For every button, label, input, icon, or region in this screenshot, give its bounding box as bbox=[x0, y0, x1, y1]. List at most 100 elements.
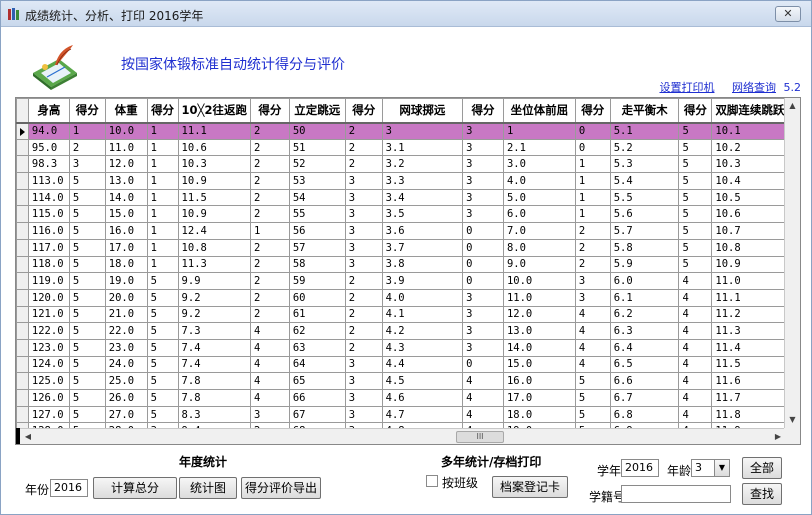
scroll-left-icon[interactable]: ◀ bbox=[20, 429, 36, 444]
column-header[interactable]: 得分 bbox=[678, 98, 713, 124]
table-cell[interactable]: 0 bbox=[462, 255, 504, 274]
row-indicator[interactable] bbox=[16, 272, 29, 290]
table-row[interactable]: 94.0110.0111.1250233105.1510.13 bbox=[16, 122, 800, 140]
table-cell[interactable]: 4 bbox=[678, 272, 713, 290]
table-cell[interactable]: 2 bbox=[344, 338, 383, 357]
table-cell[interactable]: 13.0 bbox=[502, 322, 576, 340]
table-cell[interactable]: 6.4 bbox=[609, 338, 680, 357]
table-cell[interactable]: 5 bbox=[146, 405, 179, 424]
column-header[interactable]: 网球掷远 bbox=[381, 98, 464, 124]
table-cell[interactable]: 55 bbox=[288, 205, 346, 224]
table-cell[interactable]: 11.4 bbox=[711, 338, 786, 357]
row-indicator[interactable] bbox=[16, 389, 29, 407]
table-cell[interactable]: 10.9 bbox=[177, 172, 251, 190]
printer-settings-link[interactable]: 设置打印机 bbox=[660, 81, 715, 94]
table-cell[interactable]: 21.0 bbox=[104, 305, 148, 324]
table-cell[interactable]: 0 bbox=[462, 355, 504, 374]
table-cell[interactable]: 98.3 bbox=[27, 155, 70, 174]
table-cell[interactable]: 26.0 bbox=[104, 389, 148, 407]
table-cell[interactable]: 18.0 bbox=[104, 255, 148, 274]
table-cell[interactable]: 3 bbox=[462, 172, 504, 190]
table-cell[interactable]: 10.6 bbox=[711, 205, 786, 224]
table-cell[interactable]: 4 bbox=[678, 322, 713, 340]
table-cell[interactable]: 15.0 bbox=[502, 355, 576, 374]
export-score-evaluation-button[interactable]: 得分评价导出 bbox=[241, 477, 321, 499]
table-cell[interactable]: 2 bbox=[344, 122, 383, 140]
table-cell[interactable]: 4 bbox=[249, 338, 290, 357]
table-cell[interactable]: 3 bbox=[344, 355, 383, 374]
table-cell[interactable]: 4 bbox=[678, 372, 713, 390]
table-cell[interactable]: 3 bbox=[462, 305, 504, 324]
table-cell[interactable]: 2 bbox=[249, 155, 290, 174]
table-cell[interactable]: 4 bbox=[678, 305, 713, 324]
table-cell[interactable]: 125.0 bbox=[27, 372, 70, 390]
table-cell[interactable]: 2 bbox=[344, 138, 383, 157]
table-row[interactable]: 115.0515.0110.925533.536.015.6510.63 bbox=[16, 205, 800, 224]
table-cell[interactable]: 121.0 bbox=[27, 305, 70, 324]
table-cell[interactable]: 2 bbox=[249, 272, 290, 290]
table-cell[interactable]: 0 bbox=[462, 222, 504, 240]
table-cell[interactable]: 3 bbox=[574, 288, 611, 307]
table-cell[interactable]: 126.0 bbox=[27, 389, 70, 407]
student-id-input[interactable] bbox=[621, 485, 731, 503]
table-cell[interactable]: 10.8 bbox=[711, 238, 786, 257]
table-cell[interactable]: 3 bbox=[462, 205, 504, 224]
table-cell[interactable]: 10.0 bbox=[104, 122, 148, 140]
school-year-input[interactable]: 2016 bbox=[621, 459, 659, 477]
table-cell[interactable]: 120.0 bbox=[27, 288, 70, 307]
table-cell[interactable]: 3 bbox=[344, 372, 383, 390]
table-cell[interactable]: 16.0 bbox=[502, 372, 576, 390]
table-cell[interactable]: 2 bbox=[249, 122, 290, 140]
table-cell[interactable]: 6.5 bbox=[609, 355, 680, 374]
table-cell[interactable]: 11.5 bbox=[177, 188, 251, 207]
table-cell[interactable]: 1 bbox=[249, 222, 290, 240]
table-cell[interactable]: 5 bbox=[678, 255, 713, 274]
table-cell[interactable]: 3.3 bbox=[381, 172, 464, 190]
table-cell[interactable]: 11.8 bbox=[711, 405, 786, 424]
table-cell[interactable]: 5 bbox=[146, 305, 179, 324]
table-cell[interactable]: 2 bbox=[68, 138, 106, 157]
table-cell[interactable]: 11.7 bbox=[711, 389, 786, 407]
table-cell[interactable]: 4 bbox=[574, 338, 611, 357]
column-header[interactable]: 坐位体前屈 bbox=[502, 98, 576, 124]
table-row[interactable]: 117.0517.0110.825733.708.025.8510.83 bbox=[16, 238, 800, 257]
table-cell[interactable]: 7.8 bbox=[177, 372, 251, 390]
table-cell[interactable]: 123.0 bbox=[27, 338, 70, 357]
table-cell[interactable]: 3 bbox=[381, 122, 464, 140]
table-cell[interactable]: 5 bbox=[68, 188, 106, 207]
table-cell[interactable]: 0 bbox=[462, 238, 504, 257]
table-cell[interactable]: 13.0 bbox=[104, 172, 148, 190]
table-cell[interactable]: 5 bbox=[68, 222, 106, 240]
table-cell[interactable]: 4 bbox=[249, 322, 290, 340]
scroll-up-icon[interactable]: ▲ bbox=[785, 98, 800, 114]
table-cell[interactable]: 5 bbox=[574, 405, 611, 424]
table-cell[interactable]: 1 bbox=[146, 238, 179, 257]
table-cell[interactable]: 9.9 bbox=[177, 272, 251, 290]
table-cell[interactable]: 3 bbox=[344, 172, 383, 190]
column-header[interactable]: 得分 bbox=[462, 98, 504, 124]
table-row[interactable]: 124.0524.057.446434.4015.046.5411.52 bbox=[16, 355, 800, 374]
table-cell[interactable]: 11.5 bbox=[711, 355, 786, 374]
table-cell[interactable]: 23.0 bbox=[104, 338, 148, 357]
table-cell[interactable]: 6.6 bbox=[609, 372, 680, 390]
table-cell[interactable]: 5.7 bbox=[609, 222, 680, 240]
table-cell[interactable]: 16.0 bbox=[104, 222, 148, 240]
table-cell[interactable]: 5.0 bbox=[502, 188, 576, 207]
row-indicator[interactable] bbox=[16, 322, 29, 340]
table-cell[interactable]: 95.0 bbox=[27, 138, 70, 157]
vertical-scrollbar[interactable]: ▲ ▼ bbox=[784, 98, 800, 428]
table-cell[interactable]: 3.6 bbox=[381, 222, 464, 240]
table-cell[interactable]: 2 bbox=[249, 138, 290, 157]
row-indicator[interactable] bbox=[16, 288, 29, 307]
table-cell[interactable]: 3 bbox=[462, 138, 504, 157]
table-cell[interactable]: 3 bbox=[344, 389, 383, 407]
table-cell[interactable]: 10.1 bbox=[711, 122, 786, 140]
network-query-link[interactable]: 网络查询 bbox=[732, 81, 776, 94]
table-cell[interactable]: 7.3 bbox=[177, 322, 251, 340]
table-cell[interactable]: 67 bbox=[288, 405, 346, 424]
table-cell[interactable]: 52 bbox=[288, 155, 346, 174]
row-indicator[interactable] bbox=[16, 238, 29, 257]
table-cell[interactable]: 1 bbox=[146, 138, 179, 157]
table-cell[interactable]: 3 bbox=[462, 288, 504, 307]
table-cell[interactable]: 11.0 bbox=[104, 138, 148, 157]
